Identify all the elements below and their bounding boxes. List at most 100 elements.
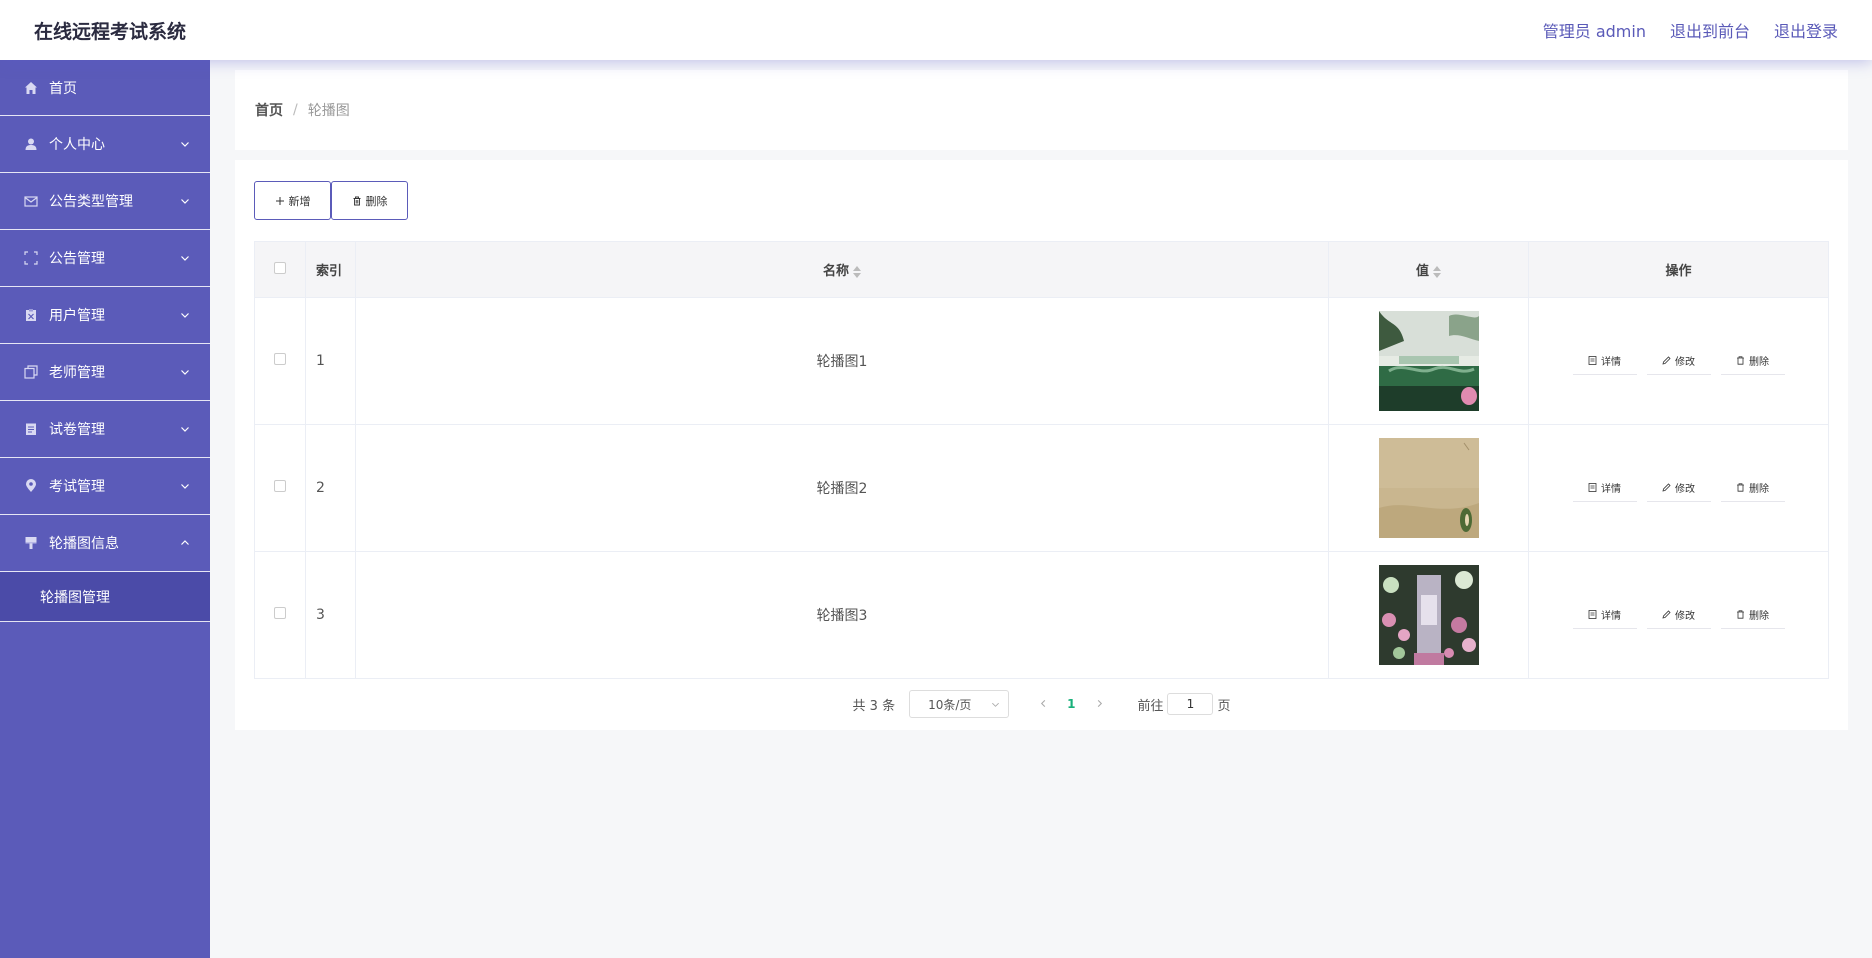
- sort-icon[interactable]: [853, 265, 861, 278]
- sidebar-subitem-label: 轮播图管理: [40, 589, 110, 606]
- detail-button[interactable]: 详情: [1572, 474, 1637, 502]
- table-row: 1 轮播图1 详情 修改 删除: [254, 297, 1829, 425]
- next-page-button[interactable]: [1089, 697, 1109, 712]
- edit-button[interactable]: 修改: [1646, 347, 1711, 375]
- edit-label: 修改: [1675, 611, 1695, 622]
- detail-label: 详情: [1601, 611, 1621, 622]
- row-image-cell: [1328, 424, 1529, 552]
- document-icon: [1588, 610, 1597, 619]
- edit-label: 修改: [1675, 357, 1695, 368]
- chevron-down-icon: [181, 370, 189, 375]
- fullscreen-icon: [24, 251, 38, 265]
- table-header-row: 索引 名称 值 操作: [254, 241, 1829, 298]
- row-index: 1: [305, 297, 356, 425]
- batch-delete-button[interactable]: 删除: [331, 181, 408, 220]
- goto-prefix: 前往: [1137, 698, 1164, 714]
- sidebar-item-user[interactable]: 用户管理: [0, 287, 210, 344]
- row-actions-cell: 详情 修改 删除: [1528, 297, 1829, 425]
- delete-button[interactable]: 删除: [1720, 601, 1785, 629]
- add-button[interactable]: 新增: [254, 181, 331, 220]
- edit-label: 修改: [1675, 484, 1695, 495]
- page-size-value: 10条/页: [928, 697, 972, 712]
- row-select-cell: [254, 551, 306, 679]
- edit-button[interactable]: 修改: [1646, 474, 1711, 502]
- delete-button-label: 删除: [365, 194, 388, 208]
- row-name: 轮播图2: [355, 424, 1329, 552]
- carousel-table: 索引 名称 值 操作 1 轮播图1 详情 修改 删除 2 轮播图2 详情 修改 …: [254, 241, 1829, 679]
- page-number[interactable]: 1: [1067, 697, 1075, 711]
- row-name: 轮播图3: [355, 551, 1329, 679]
- user-icon: [24, 137, 38, 151]
- sidebar-subitem-carousel-manage[interactable]: 轮播图管理: [0, 572, 210, 622]
- sidebar-item-carousel[interactable]: 轮播图信息: [0, 515, 210, 572]
- header-name-label: 名称: [822, 264, 849, 279]
- goto-page-input[interactable]: [1167, 693, 1214, 715]
- detail-label: 详情: [1601, 357, 1621, 368]
- add-button-label: 新增: [288, 194, 311, 208]
- admin-user-label[interactable]: 管理员 admin: [1543, 18, 1646, 42]
- top-header: 在线远程考试系统 管理员 admin 退出到前台 退出登录: [0, 0, 1872, 60]
- row-checkbox[interactable]: [274, 480, 286, 492]
- row-actions: 详情 修改 删除: [1529, 474, 1828, 502]
- sidebar-item-home[interactable]: 首页: [0, 60, 210, 116]
- pencil-icon: [1662, 356, 1671, 365]
- header-actions: 管理员 admin 退出到前台 退出登录: [1543, 18, 1838, 42]
- row-index: 2: [305, 424, 356, 552]
- edit-button[interactable]: 修改: [1646, 601, 1711, 629]
- chevron-down-icon: [181, 256, 189, 261]
- sidebar-item-label: 轮播图信息: [49, 536, 119, 552]
- flower-alley-photo[interactable]: [1378, 565, 1479, 665]
- delete-label: 删除: [1749, 357, 1769, 368]
- detail-button[interactable]: 详情: [1572, 347, 1637, 375]
- location-icon: [24, 479, 38, 493]
- home-icon: [24, 81, 38, 95]
- sidebar-item-label: 用户管理: [49, 308, 105, 324]
- header-actions: 操作: [1528, 241, 1829, 298]
- clipboard-icon: [24, 308, 38, 322]
- sort-icon[interactable]: [1433, 265, 1441, 278]
- breadcrumb-separator: /: [293, 102, 298, 118]
- garden-lake-photo[interactable]: [1378, 311, 1479, 411]
- chevron-left-icon: [1040, 699, 1045, 707]
- chevron-down-icon: [181, 484, 189, 489]
- sidebar-item-paper[interactable]: 试卷管理: [0, 401, 210, 458]
- beige-texture-photo[interactable]: [1378, 438, 1479, 538]
- table-row: 3 轮播图3 详情 修改 删除: [254, 551, 1829, 679]
- pencil-icon: [1662, 483, 1671, 492]
- delete-label: 删除: [1749, 611, 1769, 622]
- delete-button[interactable]: 删除: [1720, 347, 1785, 375]
- sidebar-item-notice-type[interactable]: 公告类型管理: [0, 173, 210, 230]
- header-value[interactable]: 值: [1328, 241, 1529, 298]
- delete-button[interactable]: 删除: [1720, 474, 1785, 502]
- trash-icon: [1737, 483, 1744, 492]
- row-checkbox[interactable]: [274, 607, 286, 619]
- select-all-cell: [254, 241, 306, 298]
- sidebar-item-label: 个人中心: [49, 137, 105, 153]
- logout-link[interactable]: 退出登录: [1774, 18, 1838, 42]
- breadcrumb-current: 轮播图: [307, 103, 350, 119]
- prev-page-button[interactable]: [1033, 697, 1053, 712]
- chevron-down-icon: [181, 199, 189, 204]
- plus-icon: [275, 196, 284, 205]
- chevron-up-icon: [181, 540, 189, 545]
- row-image-cell: [1328, 551, 1529, 679]
- header-name[interactable]: 名称: [355, 241, 1329, 298]
- sidebar-item-exam[interactable]: 考试管理: [0, 458, 210, 515]
- table-row: 2 轮播图2 详情 修改 删除: [254, 424, 1829, 552]
- select-all-checkbox[interactable]: [274, 261, 286, 274]
- sidebar-item-personal-center[interactable]: 个人中心: [0, 116, 210, 173]
- row-index: 3: [305, 551, 356, 679]
- exit-to-front-link[interactable]: 退出到前台: [1670, 18, 1750, 42]
- trash-icon: [1737, 610, 1744, 619]
- header-index: 索引: [305, 241, 356, 298]
- breadcrumb-home[interactable]: 首页: [255, 100, 283, 120]
- detail-button[interactable]: 详情: [1572, 601, 1637, 629]
- row-checkbox[interactable]: [274, 353, 286, 365]
- sidebar-item-teacher[interactable]: 老师管理: [0, 344, 210, 401]
- sidebar-item-notice[interactable]: 公告管理: [0, 230, 210, 287]
- sidebar: 首页 个人中心 公告类型管理 公告管理 用户管理 老师管理 试卷管理 考试管理 …: [0, 60, 210, 958]
- brush-icon: [24, 536, 38, 550]
- page-size-select[interactable]: 10条/页: [909, 690, 1010, 718]
- breadcrumb: 首页 / 轮播图: [235, 70, 1848, 150]
- row-image-cell: [1328, 297, 1529, 425]
